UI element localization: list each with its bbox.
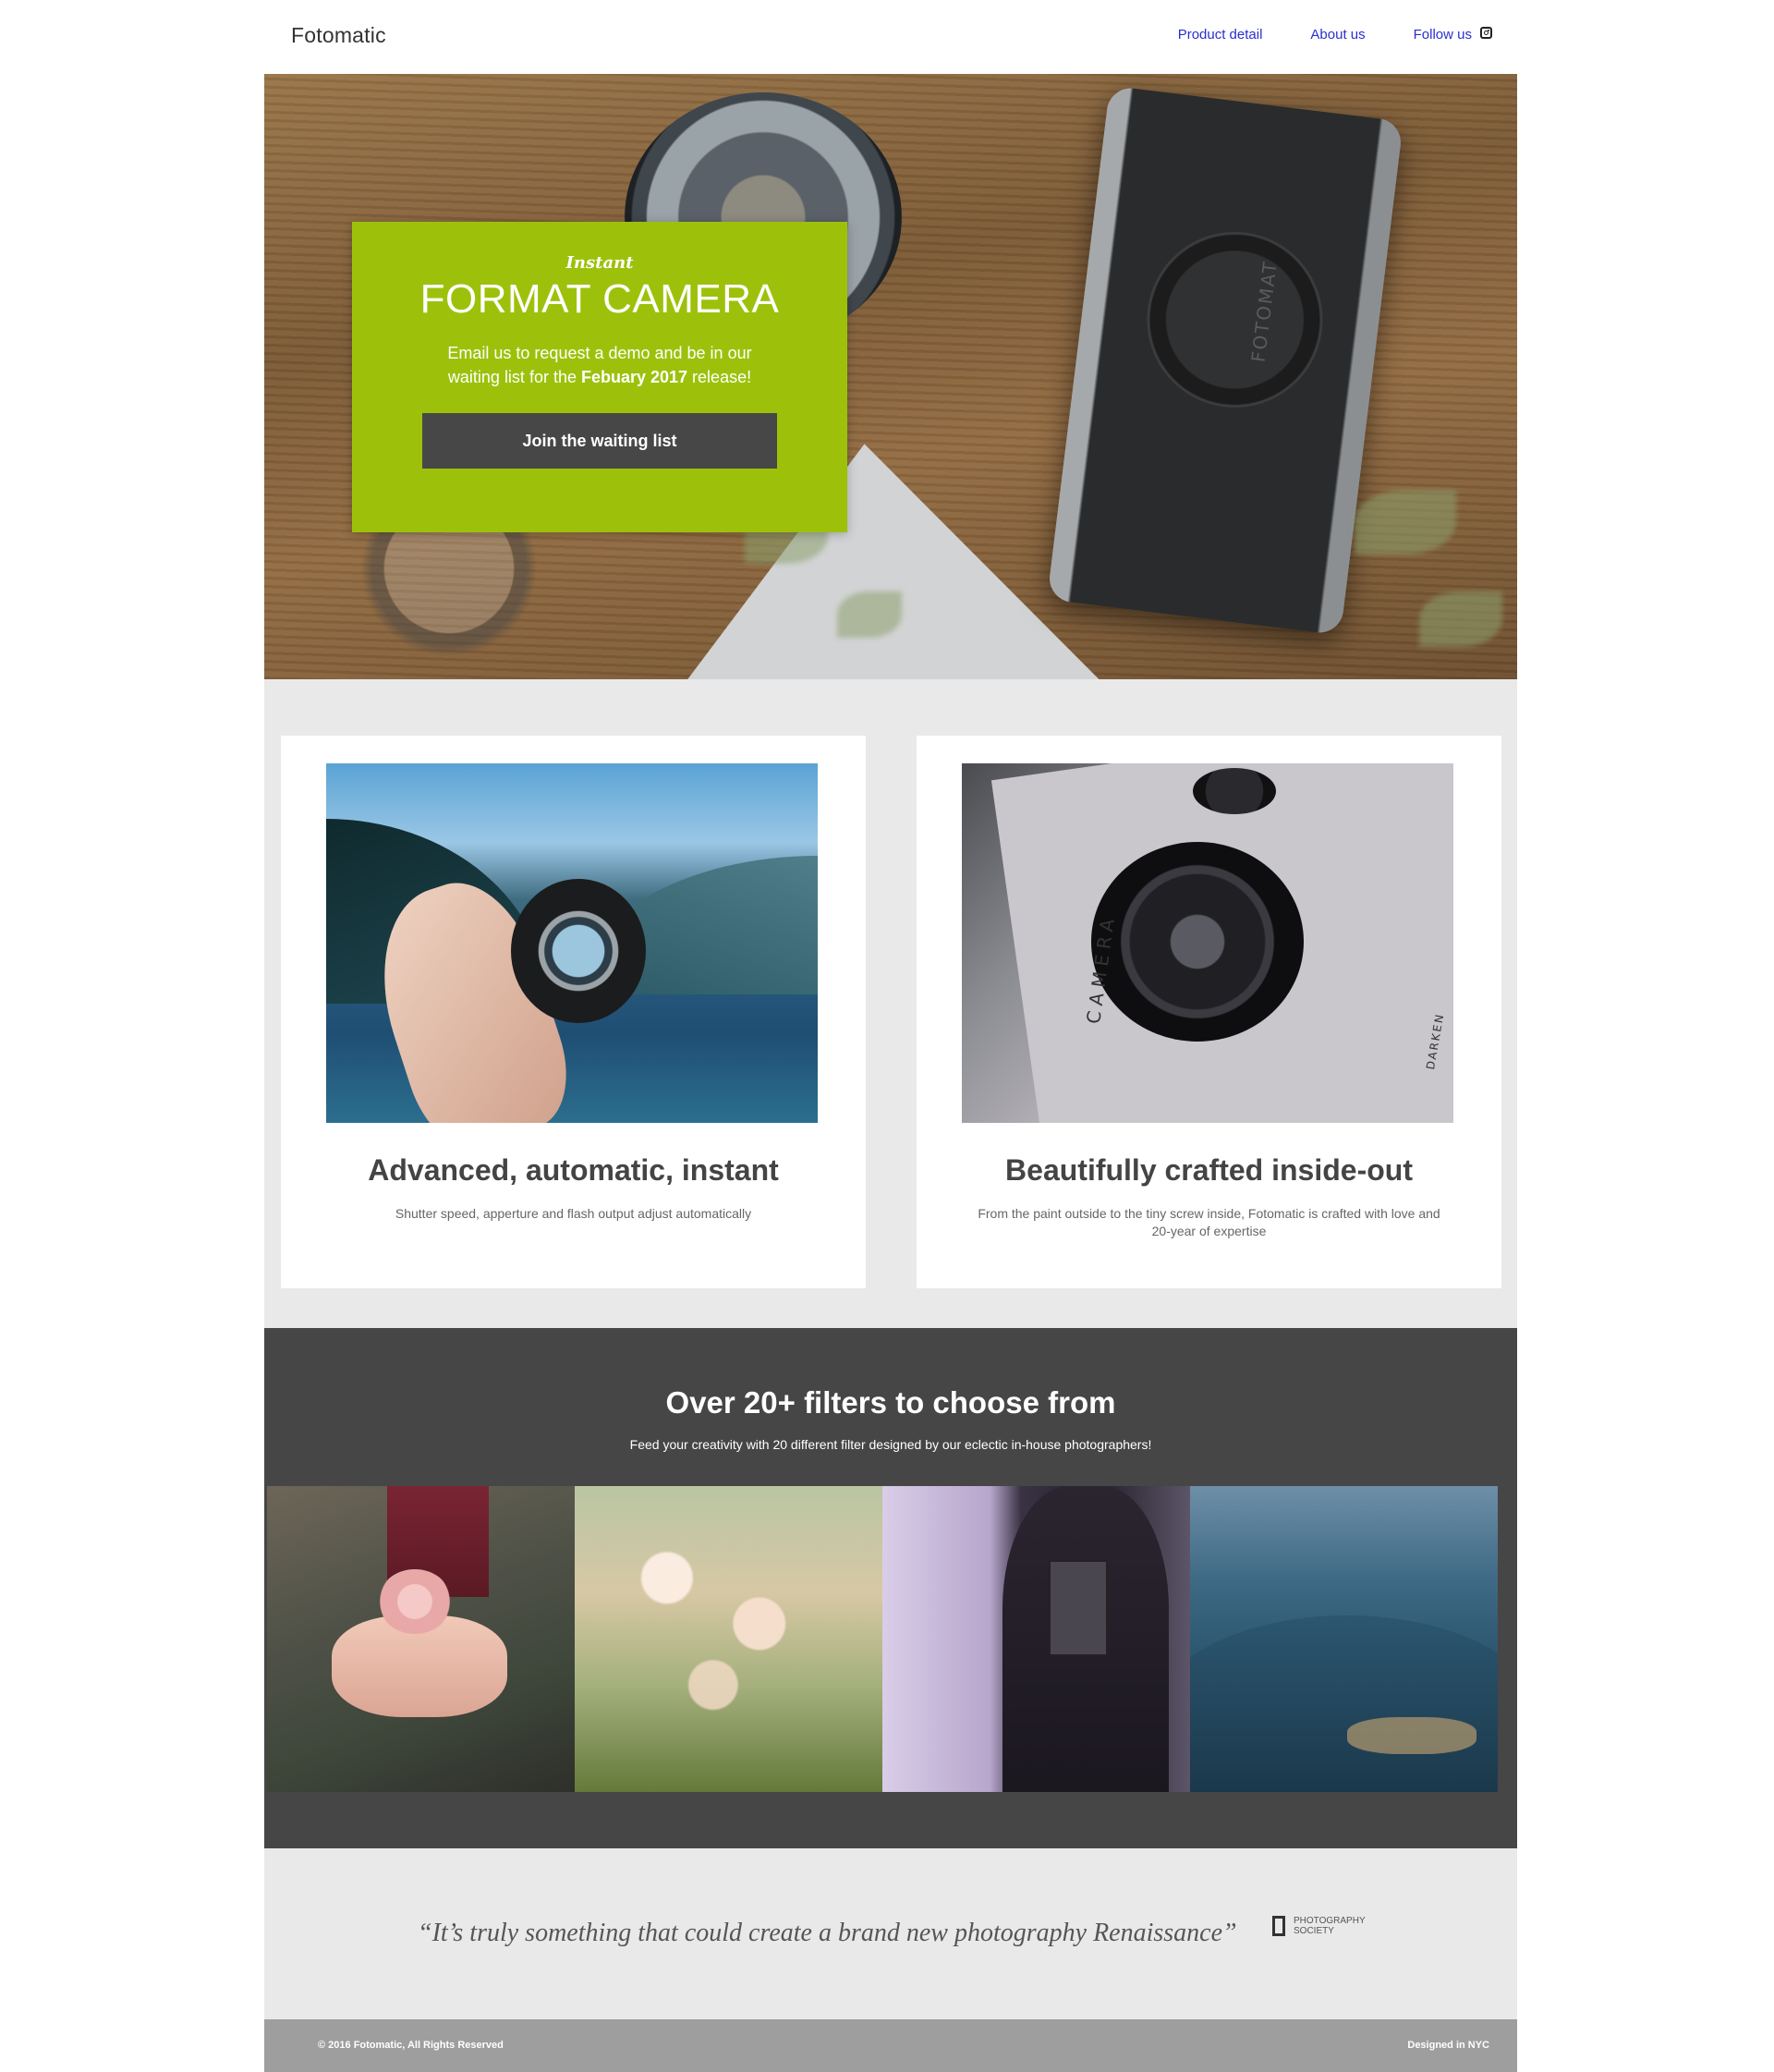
feature-title: Beautifully crafted inside-out [1005, 1153, 1413, 1187]
society-name-line: PHOTOGRAPHY [1294, 1916, 1366, 1926]
top-nav: Fotomatic Product detail About us Follow… [264, 0, 1517, 74]
features-section: Advanced, automatic, instant Shutter spe… [264, 679, 1517, 1328]
hero-camera-image: FOTOMAT [1047, 85, 1403, 636]
photography-society-logo: PHOTOGRAPHY SOCIETY [1272, 1916, 1366, 1936]
filter-image-photographer [882, 1486, 1190, 1792]
feature-card: CAMERA DARKEN Beautifully crafted inside… [917, 736, 1501, 1288]
filter-image-blossom [575, 1486, 882, 1792]
testimonial-quote: “It’s truly something that could create … [418, 1919, 1237, 1947]
nav-link-about-us[interactable]: About us [1310, 27, 1365, 43]
hero-section: FOTOMAT Instant FORMAT CAMERA Email us t… [264, 74, 1517, 679]
cta-text: Email us to request a demo and be in our… [433, 341, 766, 389]
nav-link-label: About us [1310, 27, 1366, 43]
footer-copyright: © 2016 Fotomatic, All Rights Reserved [318, 2040, 504, 2051]
image-field [1347, 1717, 1476, 1754]
nav-link-label: Product detail [1177, 27, 1263, 43]
instagram-icon [1480, 27, 1492, 39]
filter-image-valley [1190, 1486, 1498, 1792]
nav-link-product-detail[interactable]: Product detail [1178, 27, 1263, 43]
page: Fotomatic Product detail About us Follow… [264, 0, 1517, 2072]
testimonial-section: “It’s truly something that could create … [264, 1848, 1517, 2019]
feature-description: From the paint outside to the tiny screw… [978, 1206, 1440, 1238]
hero-leaf [1355, 490, 1456, 555]
nav-links: Product detail About us Follow us [1130, 27, 1492, 43]
society-mark-icon [1272, 1916, 1285, 1936]
filters-subtitle: Feed your creativity with 20 different f… [629, 1437, 1152, 1452]
filters-title: Over 20+ filters to choose from [665, 1385, 1116, 1420]
hero-leaf [1419, 591, 1502, 647]
image-tlr-camera [1049, 1560, 1108, 1656]
society-name: PHOTOGRAPHY SOCIETY [1294, 1916, 1366, 1936]
cta-text-date: Febuary 2017 [580, 368, 688, 386]
feature-card: Advanced, automatic, instant Shutter spe… [281, 736, 866, 1288]
cta-text-part: release! [687, 368, 752, 386]
footer-credit: Designed in NYC [1407, 2040, 1489, 2051]
cta-card: Instant FORMAT CAMERA Email us to reques… [352, 222, 847, 532]
nav-link-label: Follow us [1413, 27, 1472, 43]
hero-leaf [837, 591, 902, 638]
nav-link-follow-us[interactable]: Follow us [1414, 27, 1492, 43]
feature-image-camera-closeup: CAMERA DARKEN [962, 763, 1453, 1123]
society-name-line: SOCIETY [1294, 1926, 1334, 1936]
image-camera-knob [1193, 768, 1276, 814]
cta-kicker: Instant [565, 253, 634, 273]
feature-description: Shutter speed, apperture and flash outpu… [395, 1206, 752, 1221]
image-rose [378, 1569, 452, 1634]
image-hill [1190, 1615, 1498, 1792]
filter-gallery [267, 1486, 1514, 1792]
cta-title: FORMAT CAMERA [419, 276, 780, 322]
feature-image-lens-lake [326, 763, 818, 1123]
filter-image-rose [267, 1486, 575, 1792]
hero-camera-lens [1136, 222, 1333, 418]
brand-logo[interactable]: Fotomatic [291, 23, 386, 48]
filters-section: Over 20+ filters to choose from Feed you… [264, 1328, 1517, 1848]
image-camera-lens [1091, 842, 1304, 1042]
footer: © 2016 Fotomatic, All Rights Reserved De… [264, 2019, 1517, 2072]
join-waiting-list-button[interactable]: Join the waiting list [422, 413, 777, 469]
feature-title: Advanced, automatic, instant [368, 1153, 779, 1187]
image-lens [511, 879, 646, 1023]
